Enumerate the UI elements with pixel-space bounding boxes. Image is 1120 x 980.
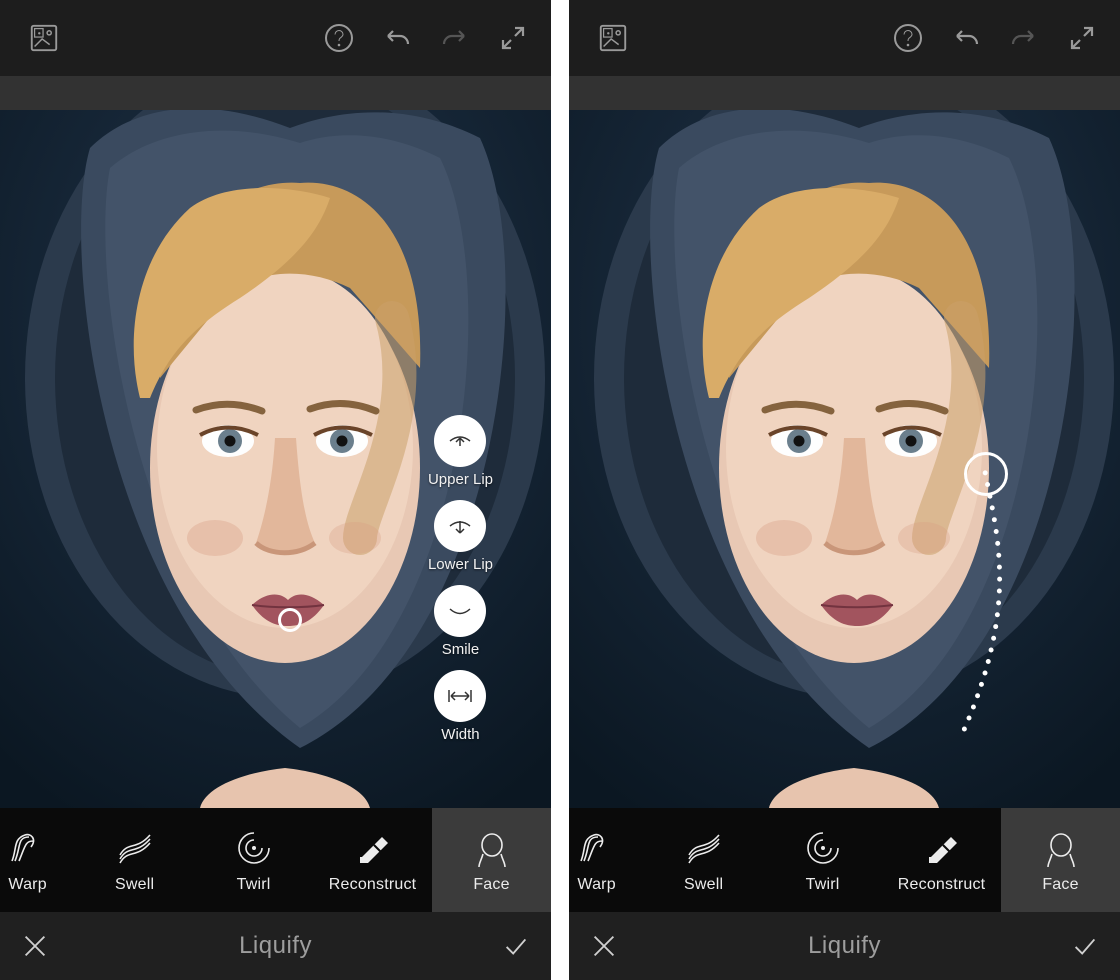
action-bar: Liquify bbox=[0, 912, 551, 980]
warp-icon bbox=[575, 826, 619, 870]
tool-label: Swell bbox=[115, 876, 154, 894]
gallery-button[interactable] bbox=[18, 12, 70, 64]
swell-icon bbox=[682, 826, 726, 870]
tool-label: Twirl bbox=[806, 876, 840, 894]
top-toolbar bbox=[569, 0, 1120, 76]
undo-button[interactable] bbox=[940, 12, 992, 64]
face-option-smile[interactable]: Smile bbox=[434, 585, 486, 658]
tool-face[interactable]: Face bbox=[432, 808, 551, 912]
option-label: Smile bbox=[442, 641, 480, 658]
tool-twirl[interactable]: Twirl bbox=[194, 808, 313, 912]
tool-reconstruct[interactable]: Reconstruct bbox=[882, 808, 1001, 912]
option-label: Upper Lip bbox=[428, 471, 493, 488]
face-icon bbox=[470, 826, 514, 870]
top-toolbar bbox=[0, 0, 551, 76]
twirl-icon bbox=[801, 826, 845, 870]
cancel-button[interactable] bbox=[0, 912, 70, 980]
tool-label: Reconstruct bbox=[329, 876, 417, 894]
tool-warp[interactable]: Warp bbox=[0, 808, 75, 912]
liquify-tool-strip: Warp Swell Twirl Reconstruct Face bbox=[0, 808, 551, 912]
tool-face[interactable]: Face bbox=[1001, 808, 1120, 912]
width-icon bbox=[434, 670, 486, 722]
smile-icon bbox=[434, 585, 486, 637]
tool-warp[interactable]: Warp bbox=[569, 808, 644, 912]
apply-button[interactable] bbox=[1050, 912, 1120, 980]
lower-lip-icon bbox=[434, 500, 486, 552]
tool-label: Twirl bbox=[237, 876, 271, 894]
image-canvas[interactable]: Upper Lip Lower Lip Smile Width bbox=[0, 110, 551, 808]
face-option-lower-lip[interactable]: Lower Lip bbox=[428, 500, 493, 573]
help-button[interactable] bbox=[882, 12, 934, 64]
undo-button[interactable] bbox=[371, 12, 423, 64]
context-bar bbox=[569, 76, 1120, 110]
liquify-tool-strip: Warp Swell Twirl Reconstruct Face bbox=[569, 808, 1120, 912]
action-bar: Liquify bbox=[569, 912, 1120, 980]
redo-button[interactable] bbox=[429, 12, 481, 64]
tool-label: Face bbox=[473, 876, 509, 894]
drag-handle-icon[interactable] bbox=[964, 452, 1008, 496]
eraser-icon bbox=[920, 826, 964, 870]
tool-swell[interactable]: Swell bbox=[644, 808, 763, 912]
tool-swell[interactable]: Swell bbox=[75, 808, 194, 912]
fullscreen-button[interactable] bbox=[487, 12, 539, 64]
upper-lip-icon bbox=[434, 415, 486, 467]
cancel-button[interactable] bbox=[569, 912, 639, 980]
tool-label: Warp bbox=[8, 876, 46, 894]
tool-label: Reconstruct bbox=[898, 876, 986, 894]
face-options-panel: Upper Lip Lower Lip Smile Width bbox=[428, 415, 493, 743]
tool-label: Warp bbox=[577, 876, 615, 894]
face-icon bbox=[1039, 826, 1083, 870]
gallery-button[interactable] bbox=[587, 12, 639, 64]
option-label: Width bbox=[441, 726, 479, 743]
tool-twirl[interactable]: Twirl bbox=[763, 808, 882, 912]
option-label: Lower Lip bbox=[428, 556, 493, 573]
redo-button[interactable] bbox=[998, 12, 1050, 64]
editor-title: Liquify bbox=[639, 932, 1050, 960]
apply-button[interactable] bbox=[481, 912, 551, 980]
warp-icon bbox=[6, 826, 50, 870]
editor-panel-right: Warp Swell Twirl Reconstruct Face Liquif… bbox=[569, 0, 1120, 980]
tool-reconstruct[interactable]: Reconstruct bbox=[313, 808, 432, 912]
fullscreen-button[interactable] bbox=[1056, 12, 1108, 64]
face-option-upper-lip[interactable]: Upper Lip bbox=[428, 415, 493, 488]
editor-panel-left: Upper Lip Lower Lip Smile Width Warp Swe… bbox=[0, 0, 551, 980]
tool-label: Face bbox=[1042, 876, 1078, 894]
image-canvas[interactable] bbox=[569, 110, 1120, 808]
eraser-icon bbox=[351, 826, 395, 870]
help-button[interactable] bbox=[313, 12, 365, 64]
editor-title: Liquify bbox=[70, 932, 481, 960]
drag-path-indicator bbox=[569, 110, 1120, 808]
face-option-width[interactable]: Width bbox=[434, 670, 486, 743]
twirl-icon bbox=[232, 826, 276, 870]
swell-icon bbox=[113, 826, 157, 870]
context-bar bbox=[0, 76, 551, 110]
tool-label: Swell bbox=[684, 876, 723, 894]
lips-target-marker-icon[interactable] bbox=[278, 608, 302, 632]
